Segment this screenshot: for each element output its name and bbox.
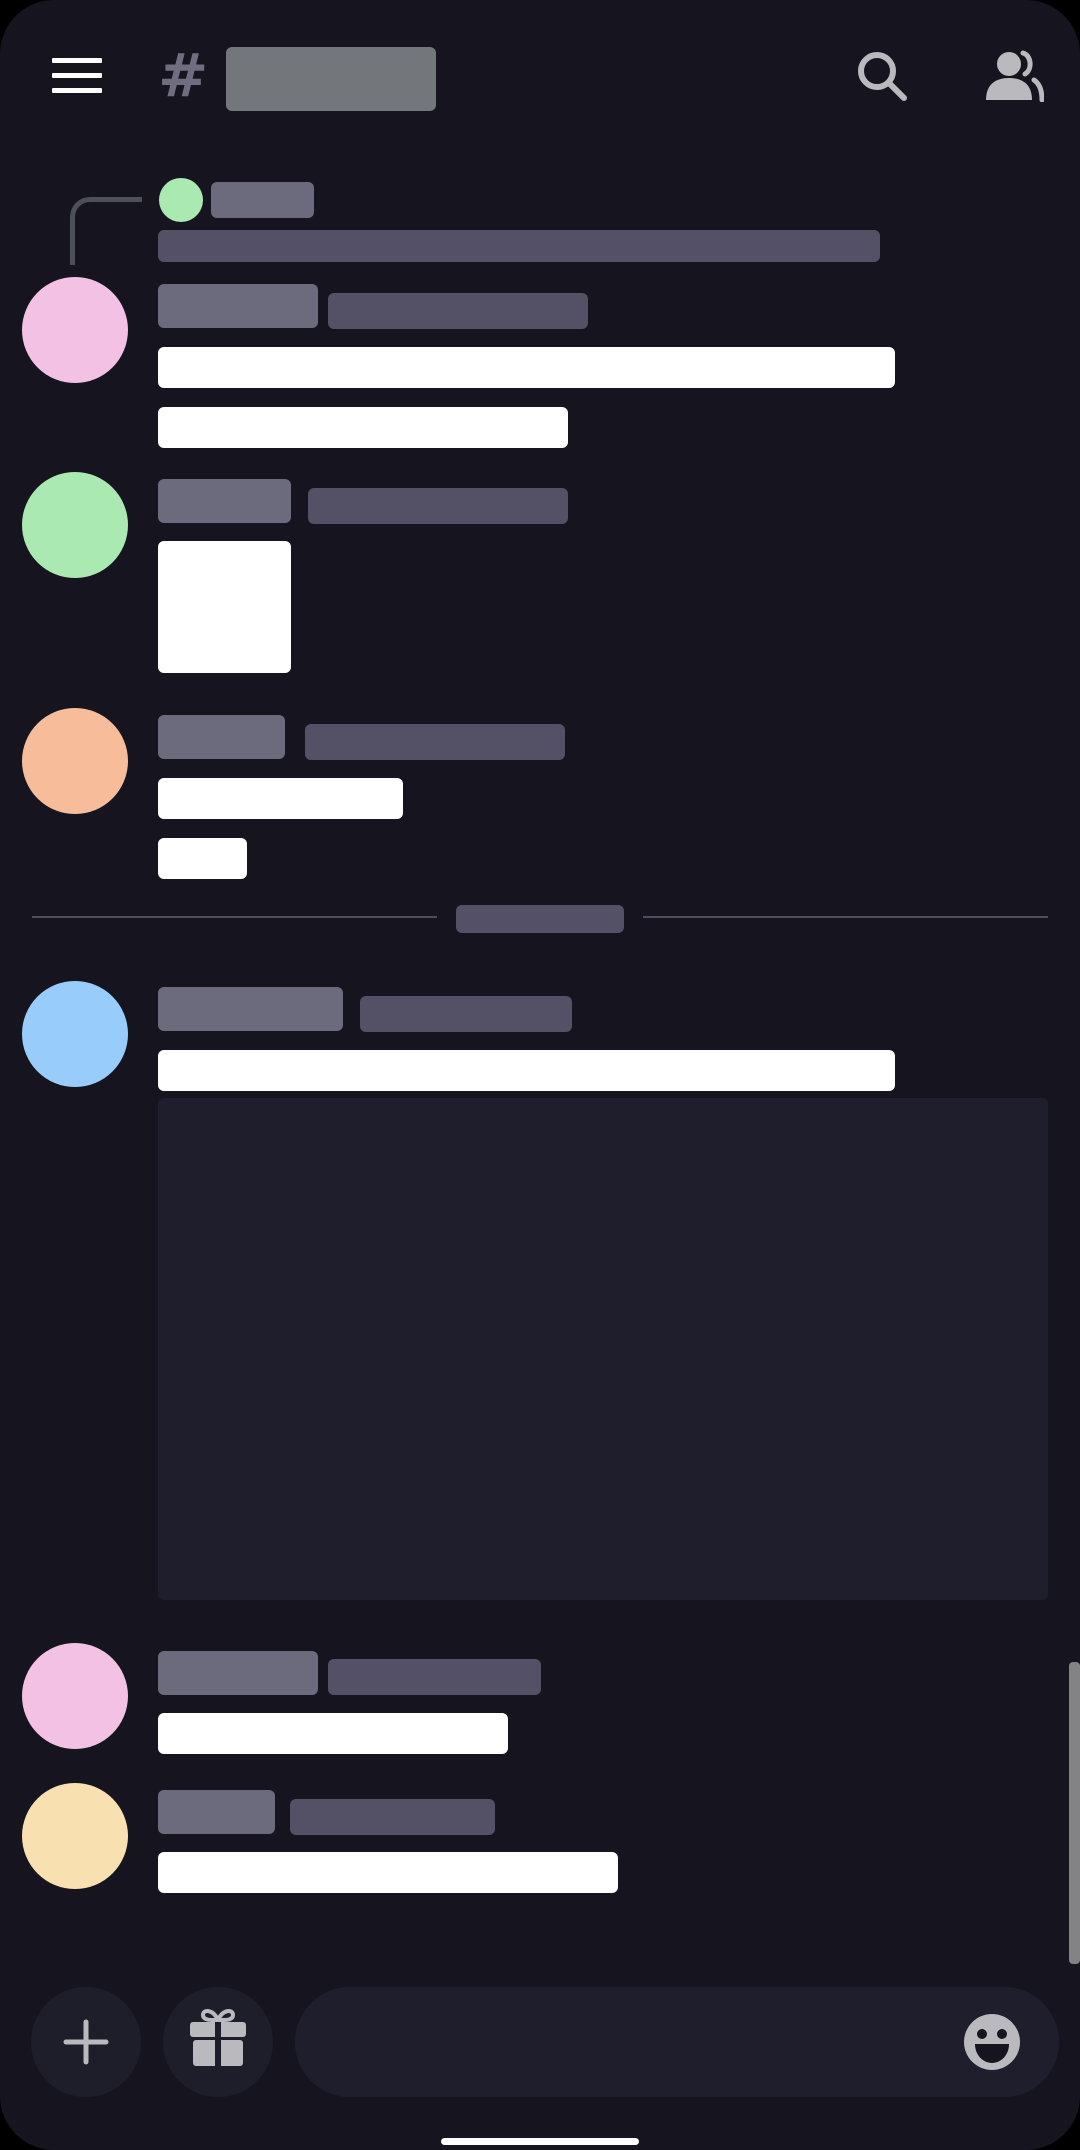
avatar[interactable] bbox=[22, 1783, 128, 1889]
avatar[interactable] bbox=[22, 277, 128, 383]
avatar[interactable] bbox=[22, 708, 128, 814]
reply-preview-text[interactable] bbox=[158, 230, 880, 262]
message-text bbox=[158, 347, 895, 388]
emoji-icon[interactable] bbox=[962, 2012, 1022, 2072]
reply-connector bbox=[70, 197, 142, 265]
message-author-name[interactable] bbox=[158, 715, 285, 759]
search-icon[interactable] bbox=[856, 50, 908, 102]
date-divider-line bbox=[32, 916, 437, 918]
gift-icon bbox=[190, 2009, 246, 2066]
hamburger-menu-icon[interactable] bbox=[52, 58, 102, 94]
message-sticker[interactable] bbox=[158, 541, 291, 673]
plus-icon bbox=[63, 2019, 109, 2065]
add-attachment-button[interactable] bbox=[31, 1987, 141, 2097]
avatar[interactable] bbox=[22, 472, 128, 578]
message-text bbox=[158, 1050, 895, 1091]
avatar[interactable] bbox=[22, 981, 128, 1087]
message-timestamp bbox=[290, 1799, 495, 1835]
message-author-name[interactable] bbox=[158, 479, 291, 523]
message-timestamp bbox=[360, 996, 572, 1032]
home-indicator[interactable] bbox=[441, 2138, 639, 2145]
reply-avatar[interactable] bbox=[159, 178, 203, 222]
scrollbar[interactable] bbox=[1069, 1662, 1080, 1964]
message-author-name[interactable] bbox=[158, 1790, 275, 1834]
message-timestamp bbox=[308, 488, 568, 524]
message-timestamp bbox=[305, 724, 565, 760]
message-text bbox=[158, 407, 568, 448]
chat-screen: # bbox=[0, 0, 1080, 2150]
message-author-name[interactable] bbox=[158, 1651, 318, 1695]
message-embed[interactable] bbox=[158, 1098, 1048, 1600]
message-timestamp bbox=[328, 293, 588, 329]
message-text bbox=[158, 838, 247, 879]
date-divider-line bbox=[643, 916, 1048, 918]
avatar[interactable] bbox=[22, 1643, 128, 1749]
message-text bbox=[158, 778, 403, 819]
channel-name[interactable] bbox=[226, 47, 436, 111]
message-text bbox=[158, 1713, 508, 1754]
message-input[interactable] bbox=[295, 1987, 1059, 2097]
hash-icon: # bbox=[158, 41, 209, 111]
message-author-name[interactable] bbox=[158, 284, 318, 328]
gift-button[interactable] bbox=[163, 1987, 273, 2097]
message-author-name[interactable] bbox=[158, 987, 343, 1031]
reply-author-name[interactable] bbox=[211, 182, 314, 218]
message-timestamp bbox=[328, 1659, 541, 1695]
date-divider-label bbox=[456, 905, 624, 933]
members-icon[interactable] bbox=[984, 50, 1044, 102]
message-text bbox=[158, 1852, 618, 1893]
